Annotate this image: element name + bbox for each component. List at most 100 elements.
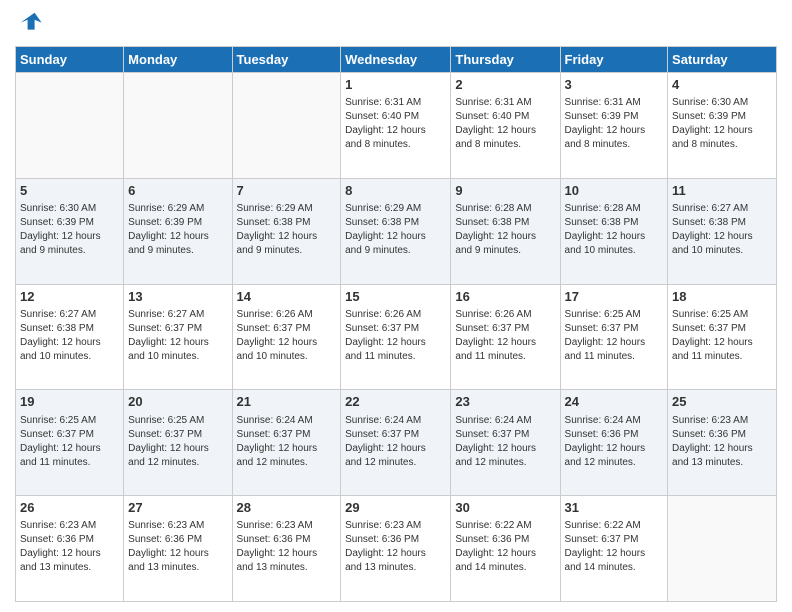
- day-info: Sunrise: 6:25 AM Sunset: 6:37 PM Dayligh…: [128, 414, 227, 470]
- day-info: Sunrise: 6:23 AM Sunset: 6:36 PM Dayligh…: [128, 519, 227, 575]
- page: SundayMondayTuesdayWednesdayThursdayFrid…: [0, 0, 792, 612]
- day-number: 19: [20, 393, 119, 411]
- day-info: Sunrise: 6:22 AM Sunset: 6:36 PM Dayligh…: [455, 519, 555, 575]
- week-row-3: 12Sunrise: 6:27 AM Sunset: 6:38 PM Dayli…: [16, 284, 777, 390]
- day-number: 25: [672, 393, 772, 411]
- day-info: Sunrise: 6:23 AM Sunset: 6:36 PM Dayligh…: [672, 414, 772, 470]
- day-number: 24: [565, 393, 664, 411]
- day-number: 4: [672, 76, 772, 94]
- weekday-header-wednesday: Wednesday: [341, 47, 451, 73]
- day-number: 7: [237, 182, 337, 200]
- calendar-cell: 6Sunrise: 6:29 AM Sunset: 6:39 PM Daylig…: [124, 178, 232, 284]
- day-info: Sunrise: 6:26 AM Sunset: 6:37 PM Dayligh…: [237, 308, 337, 364]
- day-number: 27: [128, 499, 227, 517]
- calendar-cell: 3Sunrise: 6:31 AM Sunset: 6:39 PM Daylig…: [560, 73, 668, 179]
- weekday-header-thursday: Thursday: [451, 47, 560, 73]
- calendar-cell: 31Sunrise: 6:22 AM Sunset: 6:37 PM Dayli…: [560, 496, 668, 602]
- day-info: Sunrise: 6:29 AM Sunset: 6:39 PM Dayligh…: [128, 202, 227, 258]
- day-info: Sunrise: 6:27 AM Sunset: 6:37 PM Dayligh…: [128, 308, 227, 364]
- day-info: Sunrise: 6:24 AM Sunset: 6:37 PM Dayligh…: [237, 414, 337, 470]
- day-number: 30: [455, 499, 555, 517]
- week-row-2: 5 Sunrise: 6:30 AM Sunset: 6:39 PM Daylig…: [16, 178, 777, 284]
- calendar-cell: 27 Sunrise: 6:23 AM Sunset: 6:36 PM Dayli…: [124, 496, 232, 602]
- calendar-cell: 7 Sunrise: 6:29 AM Sunset: 6:38 PM Daylig…: [232, 178, 341, 284]
- day-number: 23: [455, 393, 555, 411]
- day-number: 29: [345, 499, 446, 517]
- calendar-cell: 17 Sunrise: 6:25 AM Sunset: 6:37 PM Dayli…: [560, 284, 668, 390]
- calendar-cell: 15 Sunrise: 6:26 AM Sunset: 6:37 PM Dayli…: [341, 284, 451, 390]
- day-info: Sunrise: 6:25 AM Sunset: 6:37 PM Dayligh…: [20, 414, 119, 470]
- calendar-cell: 10 Sunrise: 6:28 AM Sunset: 6:38 PM Dayli…: [560, 178, 668, 284]
- calendar-cell: 2Sunrise: 6:31 AM Sunset: 6:40 PM Daylig…: [451, 73, 560, 179]
- day-number: 31: [565, 499, 664, 517]
- calendar-cell: 25 Sunrise: 6:23 AM Sunset: 6:36 PM Dayli…: [668, 390, 777, 496]
- calendar-cell: 13 Sunrise: 6:27 AM Sunset: 6:37 PM Dayli…: [124, 284, 232, 390]
- calendar-cell: 23 Sunrise: 6:24 AM Sunset: 6:37 PM Dayli…: [451, 390, 560, 496]
- day-info: Sunrise: 6:29 AM Sunset: 6:38 PM Dayligh…: [237, 202, 337, 258]
- weekday-header-monday: Monday: [124, 47, 232, 73]
- weekday-header-row: SundayMondayTuesdayWednesdayThursdayFrid…: [16, 47, 777, 73]
- logo: [15, 10, 47, 38]
- day-info: Sunrise: 6:23 AM Sunset: 6:36 PM Dayligh…: [20, 519, 119, 575]
- calendar-cell: 24 Sunrise: 6:24 AM Sunset: 6:36 PM Dayli…: [560, 390, 668, 496]
- day-info: Sunrise: 6:30 AM Sunset: 6:39 PM Dayligh…: [672, 96, 772, 152]
- day-number: 18: [672, 288, 772, 306]
- day-number: 1: [345, 76, 446, 94]
- day-info: Sunrise: 6:25 AM Sunset: 6:37 PM Dayligh…: [565, 308, 664, 364]
- calendar-cell: 1 Sunrise: 6:31 AM Sunset: 6:40 PM Daylig…: [341, 73, 451, 179]
- day-number: 21: [237, 393, 337, 411]
- day-number: 5: [20, 182, 119, 200]
- weekday-header-tuesday: Tuesday: [232, 47, 341, 73]
- logo-icon: [15, 10, 43, 38]
- calendar-cell: 18 Sunrise: 6:25 AM Sunset: 6:37 PM Dayli…: [668, 284, 777, 390]
- day-info: Sunrise: 6:23 AM Sunset: 6:36 PM Dayligh…: [345, 519, 446, 575]
- calendar-cell: 12Sunrise: 6:27 AM Sunset: 6:38 PM Dayli…: [16, 284, 124, 390]
- week-row-4: 19 Sunrise: 6:25 AM Sunset: 6:37 PM Dayli…: [16, 390, 777, 496]
- day-info: Sunrise: 6:26 AM Sunset: 6:37 PM Dayligh…: [455, 308, 555, 364]
- calendar-cell: [124, 73, 232, 179]
- day-number: 26: [20, 499, 119, 517]
- calendar-cell: [668, 496, 777, 602]
- day-info: Sunrise: 6:24 AM Sunset: 6:37 PM Dayligh…: [455, 414, 555, 470]
- calendar-cell: [232, 73, 341, 179]
- day-info: Sunrise: 6:25 AM Sunset: 6:37 PM Dayligh…: [672, 308, 772, 364]
- day-number: 17: [565, 288, 664, 306]
- day-number: 20: [128, 393, 227, 411]
- week-row-5: 26 Sunrise: 6:23 AM Sunset: 6:36 PM Dayli…: [16, 496, 777, 602]
- day-info: Sunrise: 6:24 AM Sunset: 6:36 PM Dayligh…: [565, 414, 664, 470]
- day-number: 16: [455, 288, 555, 306]
- weekday-header-saturday: Saturday: [668, 47, 777, 73]
- day-number: 2: [455, 76, 555, 94]
- calendar-cell: 16 Sunrise: 6:26 AM Sunset: 6:37 PM Dayli…: [451, 284, 560, 390]
- day-number: 3: [565, 76, 664, 94]
- day-info: Sunrise: 6:27 AM Sunset: 6:38 PM Dayligh…: [20, 308, 119, 364]
- day-number: 28: [237, 499, 337, 517]
- calendar-cell: 29 Sunrise: 6:23 AM Sunset: 6:36 PM Dayli…: [341, 496, 451, 602]
- day-info: Sunrise: 6:28 AM Sunset: 6:38 PM Dayligh…: [565, 202, 664, 258]
- day-info: Sunrise: 6:31 AM Sunset: 6:40 PM Dayligh…: [345, 96, 446, 152]
- day-number: 15: [345, 288, 446, 306]
- day-info: Sunrise: 6:29 AM Sunset: 6:38 PM Dayligh…: [345, 202, 446, 258]
- day-number: 13: [128, 288, 227, 306]
- day-info: Sunrise: 6:30 AM Sunset: 6:39 PM Dayligh…: [20, 202, 119, 258]
- calendar-cell: 21 Sunrise: 6:24 AM Sunset: 6:37 PM Dayli…: [232, 390, 341, 496]
- calendar-cell: 22 Sunrise: 6:24 AM Sunset: 6:37 PM Dayli…: [341, 390, 451, 496]
- calendar-cell: 9Sunrise: 6:28 AM Sunset: 6:38 PM Daylig…: [451, 178, 560, 284]
- calendar-cell: 14Sunrise: 6:26 AM Sunset: 6:37 PM Dayli…: [232, 284, 341, 390]
- calendar: SundayMondayTuesdayWednesdayThursdayFrid…: [15, 46, 777, 602]
- weekday-header-sunday: Sunday: [16, 47, 124, 73]
- day-info: Sunrise: 6:27 AM Sunset: 6:38 PM Dayligh…: [672, 202, 772, 258]
- calendar-cell: 26 Sunrise: 6:23 AM Sunset: 6:36 PM Dayli…: [16, 496, 124, 602]
- day-number: 8: [345, 182, 446, 200]
- week-row-1: 1 Sunrise: 6:31 AM Sunset: 6:40 PM Daylig…: [16, 73, 777, 179]
- day-number: 10: [565, 182, 664, 200]
- day-info: Sunrise: 6:26 AM Sunset: 6:37 PM Dayligh…: [345, 308, 446, 364]
- calendar-cell: 11Sunrise: 6:27 AM Sunset: 6:38 PM Dayli…: [668, 178, 777, 284]
- calendar-cell: 8 Sunrise: 6:29 AM Sunset: 6:38 PM Daylig…: [341, 178, 451, 284]
- calendar-cell: 5 Sunrise: 6:30 AM Sunset: 6:39 PM Daylig…: [16, 178, 124, 284]
- calendar-cell: 20 Sunrise: 6:25 AM Sunset: 6:37 PM Dayli…: [124, 390, 232, 496]
- day-info: Sunrise: 6:24 AM Sunset: 6:37 PM Dayligh…: [345, 414, 446, 470]
- weekday-header-friday: Friday: [560, 47, 668, 73]
- calendar-cell: 28Sunrise: 6:23 AM Sunset: 6:36 PM Dayli…: [232, 496, 341, 602]
- day-number: 22: [345, 393, 446, 411]
